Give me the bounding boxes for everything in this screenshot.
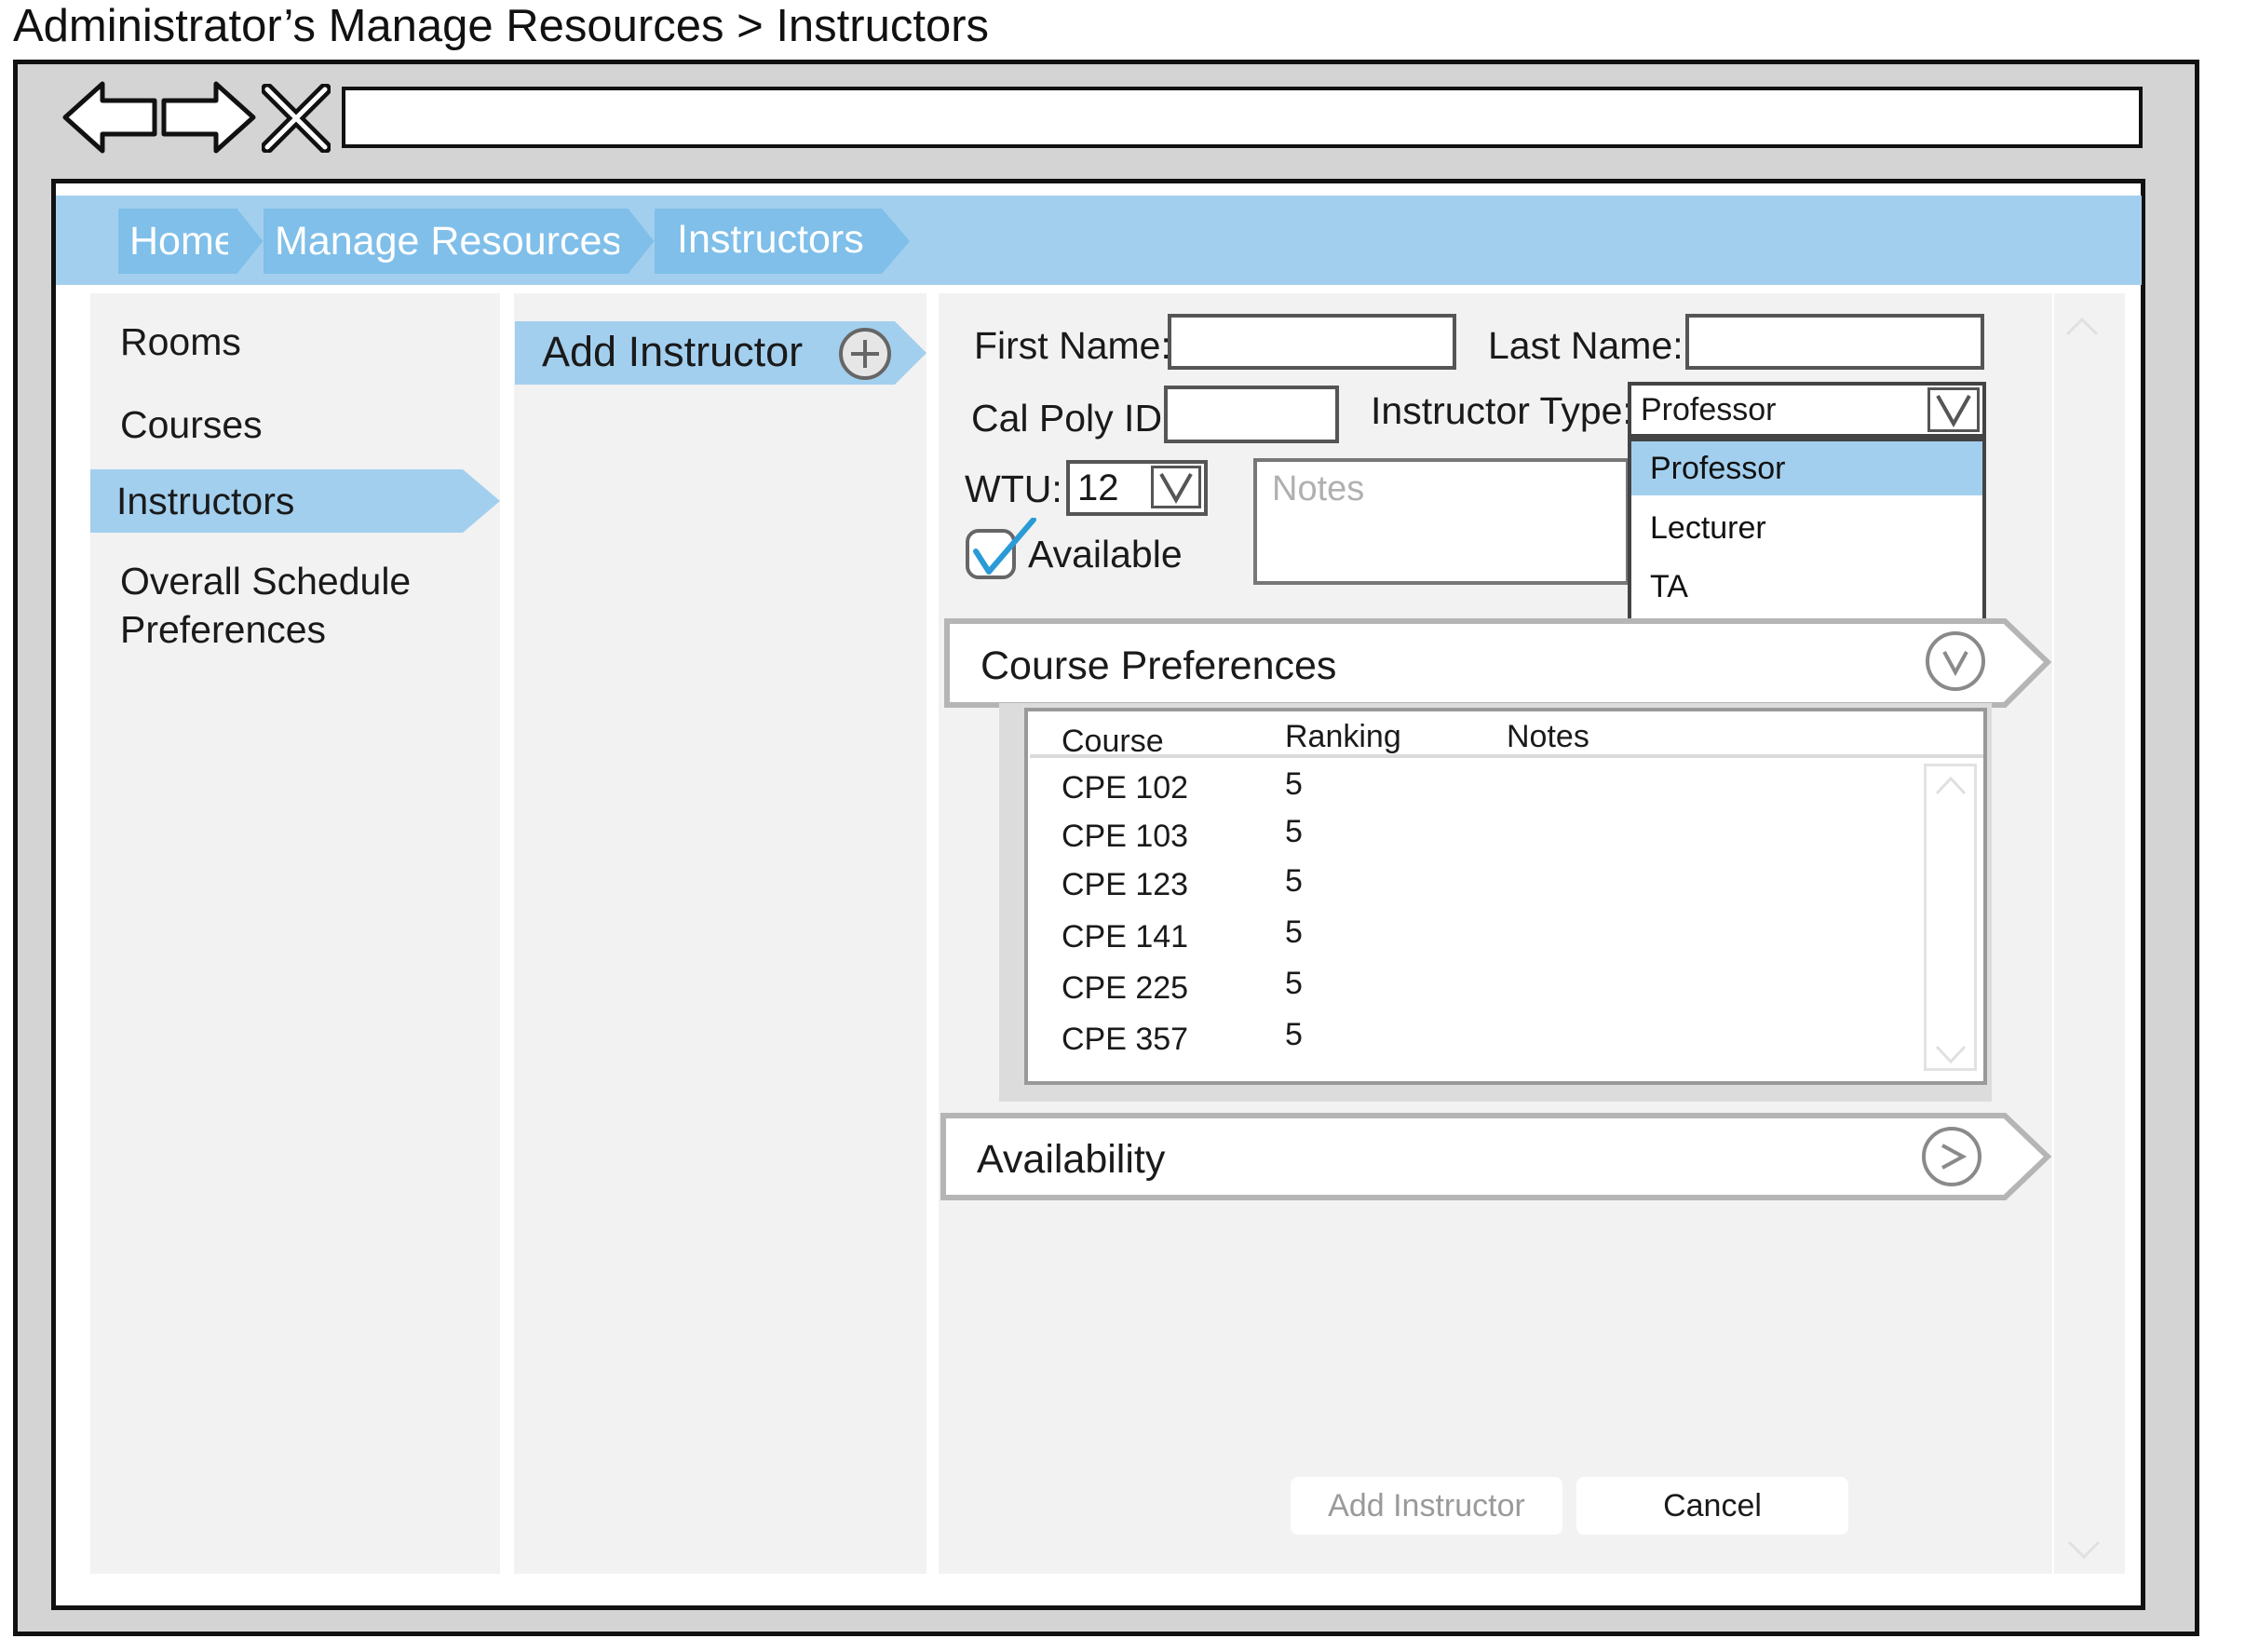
table-cell-ranking: 5	[1285, 966, 1303, 1001]
table-cell-course: CPE 357	[1062, 1022, 1189, 1057]
page-scrollbar[interactable]	[2054, 293, 2125, 1574]
wtu-value: 12	[1077, 467, 1119, 508]
instructor-type-value: Professor	[1641, 392, 1777, 427]
last-name-field[interactable]	[1685, 314, 1984, 370]
scroll-down-icon[interactable]	[2065, 1537, 2103, 1564]
sidebar-item-rooms[interactable]: Rooms	[120, 318, 241, 366]
notes-textarea[interactable]: Notes	[1253, 458, 1630, 585]
available-label: Available	[1028, 533, 1183, 575]
address-bar[interactable]	[342, 87, 2143, 148]
table-cell-ranking: 5	[1285, 914, 1303, 950]
table-cell-ranking: 5	[1285, 863, 1303, 899]
column-header-course: Course	[1062, 724, 1164, 759]
table-cell-course: CPE 103	[1062, 819, 1189, 854]
instructor-list-panel	[514, 293, 926, 1574]
cancel-button[interactable]: Cancel	[1576, 1477, 1848, 1535]
table-cell-ranking: 5	[1285, 766, 1303, 802]
back-arrow-icon[interactable]	[61, 78, 158, 156]
scroll-up-icon[interactable]	[2063, 312, 2101, 340]
table-cell-course: CPE 141	[1062, 919, 1189, 955]
course-preferences-title: Course Preferences	[980, 643, 1337, 688]
sidebar-item-label: Overall Schedule	[120, 560, 412, 603]
breadcrumb-separator-icon	[619, 209, 658, 274]
dropdown-option-professor[interactable]: Professor	[1631, 441, 1982, 495]
first-name-field[interactable]	[1168, 314, 1456, 370]
page-title: Administrator’s Manage Resources > Instr…	[13, 1, 990, 51]
dropdown-option-ta[interactable]: TA	[1631, 560, 1982, 614]
table-cell-ranking: 5	[1285, 1017, 1303, 1052]
table-scrollbar[interactable]	[1924, 764, 1977, 1071]
instructor-type-label: Instructor Type:	[1371, 389, 1633, 432]
column-header-notes: Notes	[1507, 719, 1589, 754]
breadcrumb-instructors[interactable]: Instructors	[655, 209, 878, 274]
dropdown-option-lecturer[interactable]: Lecturer	[1631, 501, 1982, 555]
last-name-label: Last Name:	[1488, 324, 1684, 367]
table-cell-course: CPE 102	[1062, 770, 1189, 806]
scroll-down-icon[interactable]	[1933, 1043, 1968, 1067]
sidebar-item-courses[interactable]: Courses	[120, 400, 263, 449]
breadcrumb-instructors-label: Instructors	[677, 217, 864, 262]
notes-placeholder: Notes	[1272, 469, 1365, 508]
availability-title: Availability	[977, 1137, 1166, 1182]
table-cell-ranking: 5	[1285, 814, 1303, 849]
add-instructor-button[interactable]: Add Instructor	[1291, 1477, 1562, 1535]
cal-poly-id-field[interactable]	[1164, 386, 1339, 443]
close-icon[interactable]	[262, 84, 331, 153]
table-cell-course: CPE 225	[1062, 970, 1189, 1006]
scroll-up-icon[interactable]	[1933, 773, 1968, 797]
instructor-type-dropdown: Professor Lecturer TA	[1628, 438, 1986, 622]
wtu-label: WTU:	[965, 467, 1062, 510]
cal-poly-id-label: Cal Poly ID:	[971, 397, 1173, 440]
breadcrumb-end-icon	[878, 209, 910, 274]
add-instructor-tab[interactable]: Add Instructor	[542, 326, 803, 378]
table-cell-course: CPE 123	[1062, 867, 1189, 902]
chevron-down-icon[interactable]	[1151, 466, 1201, 508]
add-circle-icon[interactable]	[838, 327, 892, 381]
sidebar-item-overall-schedule-preferences[interactable]: Overall Schedule Preferences	[120, 557, 411, 654]
breadcrumb-manage-resources[interactable]: Manage Resources	[264, 209, 622, 274]
chevron-down-icon[interactable]	[1927, 387, 1980, 432]
chevron-right-circle-icon[interactable]	[1920, 1125, 1983, 1188]
sidebar-item-instructors[interactable]: Instructors	[116, 477, 294, 525]
breadcrumb-manage-resources-label: Manage Resources	[275, 219, 622, 264]
column-header-ranking: Ranking	[1285, 719, 1401, 754]
sidebar-item-label: Preferences	[120, 608, 327, 651]
chevron-down-circle-icon[interactable]	[1924, 630, 1987, 693]
breadcrumb-home[interactable]: Home	[118, 209, 237, 274]
forward-arrow-icon[interactable]	[160, 78, 257, 156]
breadcrumb-separator-icon	[228, 209, 267, 274]
breadcrumb-home-label: Home	[129, 219, 237, 264]
first-name-label: First Name:	[974, 324, 1171, 367]
